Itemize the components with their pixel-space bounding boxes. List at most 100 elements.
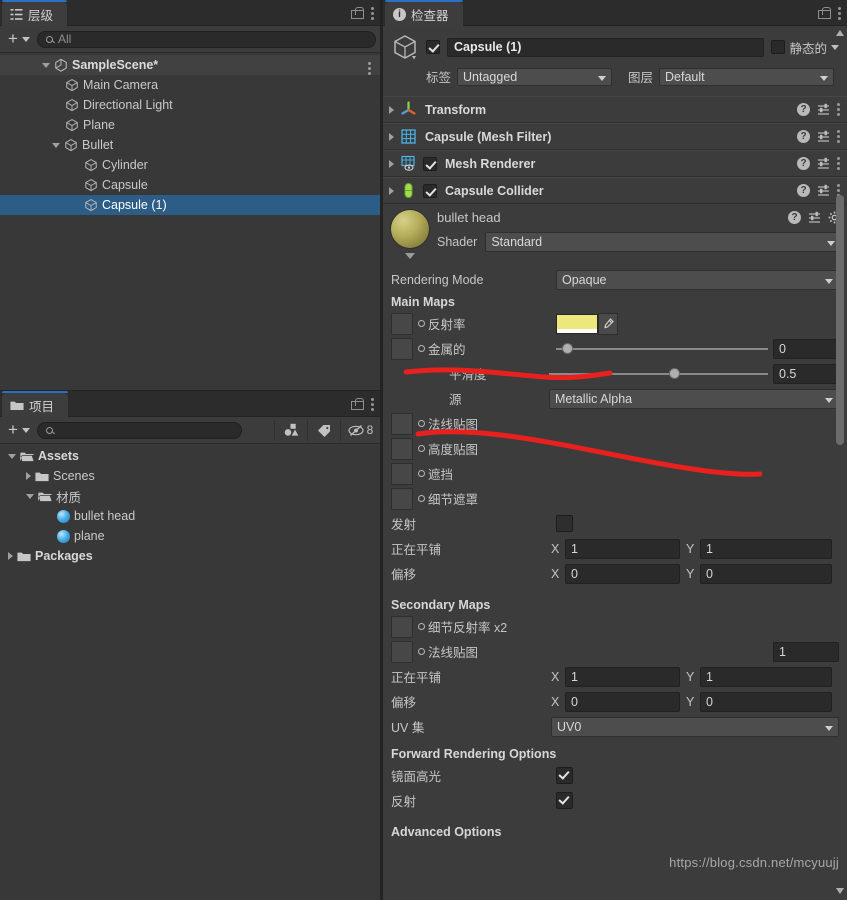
secondary-normal-radio-icon[interactable]: [418, 648, 425, 655]
hierarchy-item-capsule[interactable]: Capsule: [0, 175, 380, 195]
detail-albedo-radio-icon[interactable]: [418, 623, 425, 630]
project-add-button[interactable]: +: [4, 421, 34, 440]
help-icon[interactable]: ?: [788, 211, 801, 224]
hierarchy-add-button[interactable]: +: [4, 30, 34, 49]
detail-mask-radio-icon[interactable]: [418, 495, 425, 502]
scene-menu-icon[interactable]: [368, 62, 372, 75]
secondary-offset-x-input[interactable]: 0: [565, 691, 680, 712]
hierarchy-menu-icon[interactable]: [371, 6, 375, 20]
metallic-radio-icon[interactable]: [418, 345, 425, 352]
secondary-offset-y-input[interactable]: 0: [700, 691, 832, 712]
lock-icon[interactable]: [351, 398, 364, 410]
project-search-input[interactable]: [36, 421, 242, 439]
expand-arrow-icon[interactable]: [8, 453, 16, 459]
project-item-plane[interactable]: plane: [0, 526, 380, 546]
help-icon[interactable]: ?: [797, 103, 810, 116]
lock-icon[interactable]: [818, 7, 831, 19]
hierarchy-item-capsule-1[interactable]: Capsule (1): [0, 195, 380, 215]
albedo-color-swatch[interactable]: [556, 313, 598, 334]
component-enabled-checkbox[interactable]: [423, 156, 437, 171]
help-icon[interactable]: ?: [797, 184, 810, 197]
collapse-arrow-icon[interactable]: [8, 552, 13, 560]
expand-arrow-icon[interactable]: [42, 62, 50, 68]
occlusion-texture-slot[interactable]: [391, 462, 413, 485]
component-row-capsule-mesh-filter[interactable]: Capsule (Mesh Filter)?: [383, 123, 847, 150]
metallic-slider[interactable]: [556, 340, 768, 358]
hierarchy-scene-row[interactable]: SampleScene*: [0, 55, 380, 75]
uv-set-dropdown[interactable]: UV0: [551, 716, 839, 737]
specular-highlights-checkbox[interactable]: [556, 767, 573, 784]
metallic-texture-slot[interactable]: [391, 337, 413, 360]
emission-checkbox[interactable]: [556, 515, 573, 532]
expand-arrow-icon[interactable]: [26, 493, 34, 499]
scrollbar-thumb[interactable]: [836, 195, 844, 445]
hierarchy-item-bullet[interactable]: Bullet: [0, 135, 380, 155]
collapse-arrow-icon[interactable]: [26, 472, 31, 480]
project-item-assets[interactable]: Assets: [0, 446, 380, 466]
source-dropdown[interactable]: Metallic Alpha: [549, 388, 839, 409]
component-row-capsule-collider[interactable]: Capsule Collider?: [383, 177, 847, 204]
project-item-材质[interactable]: 材质: [0, 486, 380, 506]
offset-y-input[interactable]: 0: [700, 563, 832, 584]
smoothness-value-input[interactable]: 0.5: [773, 363, 839, 384]
detail-mask-texture-slot[interactable]: [391, 487, 413, 510]
albedo-radio-icon[interactable]: [418, 320, 425, 327]
metallic-value-input[interactable]: 0: [773, 338, 839, 359]
preset-icon[interactable]: [817, 157, 830, 170]
hidden-items-button[interactable]: 8: [340, 419, 380, 441]
project-menu-icon[interactable]: [371, 397, 375, 411]
tiling-y-input[interactable]: 1: [700, 538, 832, 559]
tiling-x-input[interactable]: 1: [565, 538, 680, 559]
smoothness-slider[interactable]: [549, 365, 768, 383]
secondary-normal-input[interactable]: 1: [773, 641, 839, 662]
secondary-tiling-y-input[interactable]: 1: [700, 666, 832, 687]
filter-by-type-button[interactable]: [274, 419, 307, 441]
preset-icon[interactable]: [817, 130, 830, 143]
tab-project[interactable]: 项目: [2, 391, 69, 417]
static-checkbox[interactable]: [771, 40, 786, 54]
hierarchy-search-input[interactable]: All: [36, 30, 376, 48]
rendering-mode-dropdown[interactable]: Opaque: [556, 269, 839, 290]
component-expand-arrow-icon[interactable]: [389, 186, 394, 195]
shader-dropdown[interactable]: Standard: [485, 232, 841, 252]
material-expand-arrow-icon[interactable]: [405, 253, 415, 259]
static-toggle-group[interactable]: 静态的: [771, 38, 839, 57]
help-icon[interactable]: ?: [797, 130, 810, 143]
gameobject-enabled-checkbox[interactable]: [426, 40, 440, 54]
help-icon[interactable]: ?: [797, 157, 810, 170]
project-item-packages[interactable]: Packages: [0, 546, 380, 566]
albedo-texture-slot[interactable]: [391, 312, 413, 335]
smoothness-slider-handle[interactable]: [669, 368, 681, 379]
filter-by-label-button[interactable]: [307, 419, 340, 441]
component-enabled-checkbox[interactable]: [423, 183, 437, 198]
component-row-mesh-renderer[interactable]: Mesh Renderer?: [383, 150, 847, 177]
preset-icon[interactable]: [817, 184, 830, 197]
offset-x-input[interactable]: 0: [565, 563, 680, 584]
inspector-scrollbar[interactable]: [835, 30, 845, 894]
scroll-up-arrow-icon[interactable]: [836, 30, 844, 36]
normal-map-radio-icon[interactable]: [418, 420, 425, 427]
expand-arrow-icon[interactable]: [52, 142, 60, 148]
secondary-normal-texture-slot[interactable]: [391, 640, 413, 663]
hierarchy-item-cylinder[interactable]: Cylinder: [0, 155, 380, 175]
hierarchy-item-directional-light[interactable]: Directional Light: [0, 95, 380, 115]
reflections-checkbox[interactable]: [556, 792, 573, 809]
scroll-down-arrow-icon[interactable]: [836, 888, 844, 894]
hierarchy-item-plane[interactable]: Plane: [0, 115, 380, 135]
gameobject-name-input[interactable]: Capsule (1): [447, 37, 765, 57]
secondary-tiling-x-input[interactable]: 1: [565, 666, 680, 687]
detail-albedo-texture-slot[interactable]: [391, 615, 413, 638]
height-map-radio-icon[interactable]: [418, 445, 425, 452]
project-item-scenes[interactable]: Scenes: [0, 466, 380, 486]
component-row-transform[interactable]: Transform?: [383, 96, 847, 123]
tab-hierarchy[interactable]: 层级: [2, 0, 68, 26]
project-item-bullet-head[interactable]: bullet head: [0, 506, 380, 526]
tag-dropdown[interactable]: Untagged: [457, 67, 613, 86]
metallic-slider-handle[interactable]: [562, 343, 574, 354]
lock-icon[interactable]: [351, 7, 364, 19]
color-picker-eyedropper[interactable]: [598, 312, 618, 335]
component-expand-arrow-icon[interactable]: [389, 159, 394, 168]
component-expand-arrow-icon[interactable]: [389, 105, 394, 114]
occlusion-radio-icon[interactable]: [418, 470, 425, 477]
component-expand-arrow-icon[interactable]: [389, 132, 394, 141]
